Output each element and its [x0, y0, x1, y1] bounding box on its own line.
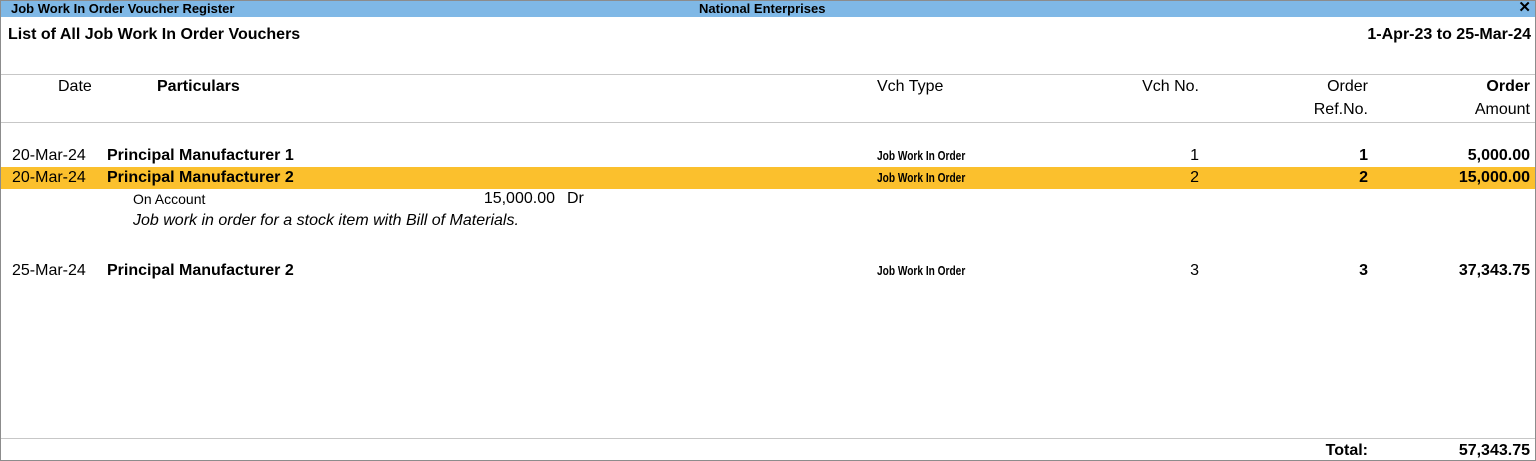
col-vch-no-header: Vch No. — [1142, 78, 1199, 95]
row-vch-no: 3 — [1190, 262, 1199, 279]
voucher-row-selected[interactable]: 20-Mar-24 Principal Manufacturer 2 Job W… — [1, 167, 1535, 189]
row-vch-type: Job Work In Order — [877, 170, 966, 185]
voucher-row[interactable]: 25-Mar-24 Principal Manufacturer 2 Job W… — [1, 260, 1535, 282]
row-order-ref: 1 — [1359, 147, 1368, 164]
row-vch-no: 2 — [1190, 169, 1199, 186]
row-amount: 37,343.75 — [1458, 262, 1530, 279]
total-divider — [1, 438, 1535, 439]
row-vch-type: Job Work In Order — [877, 263, 966, 278]
col-order-amount-header-line2: Amount — [1474, 101, 1530, 118]
row-particulars: Principal Manufacturer 2 — [107, 169, 294, 186]
header-top-divider — [1, 74, 1535, 75]
row-vch-type: Job Work In Order — [877, 148, 966, 163]
header-bottom-divider — [1, 122, 1535, 123]
total-label: Total: — [1325, 442, 1368, 459]
title-bar: Job Work In Order Voucher Register Natio… — [1, 0, 1535, 17]
detail-amount: 15,000.00 — [483, 190, 555, 207]
col-order-ref-header-line2: Ref.No. — [1313, 101, 1368, 118]
col-vch-type-header: Vch Type — [877, 78, 944, 95]
row-vch-no: 1 — [1190, 147, 1199, 164]
close-icon[interactable]: ✕ — [1518, 0, 1531, 16]
row-order-ref: 2 — [1359, 169, 1368, 186]
row-amount: 15,000.00 — [1458, 169, 1530, 186]
row-date: 20-Mar-24 — [12, 169, 86, 186]
report-window: Job Work In Order Voucher Register Natio… — [0, 0, 1536, 461]
row-date: 25-Mar-24 — [12, 262, 86, 279]
col-order-amount-header-line1: Order — [1486, 78, 1530, 95]
company-name: National Enterprises — [699, 1, 826, 16]
row-particulars: Principal Manufacturer 2 — [107, 262, 294, 279]
col-particulars-header: Particulars — [157, 78, 240, 95]
detail-ledger: On Account — [133, 191, 206, 207]
row-amount: 5,000.00 — [1467, 147, 1530, 164]
col-date-header: Date — [58, 78, 92, 95]
total-amount: 57,343.75 — [1458, 442, 1530, 459]
detail-drcr: Dr — [567, 190, 584, 207]
voucher-row[interactable]: 20-Mar-24 Principal Manufacturer 1 Job W… — [1, 145, 1535, 167]
row-date: 20-Mar-24 — [12, 147, 86, 164]
window-title: Job Work In Order Voucher Register — [11, 1, 235, 16]
row-particulars: Principal Manufacturer 1 — [107, 147, 294, 164]
detail-narration: Job work in order for a stock item with … — [133, 212, 519, 229]
row-order-ref: 3 — [1359, 262, 1368, 279]
report-title: List of All Job Work In Order Vouchers — [8, 26, 301, 43]
report-period[interactable]: 1-Apr-23 to 25-Mar-24 — [1367, 26, 1531, 44]
col-order-ref-header-line1: Order — [1327, 78, 1368, 95]
